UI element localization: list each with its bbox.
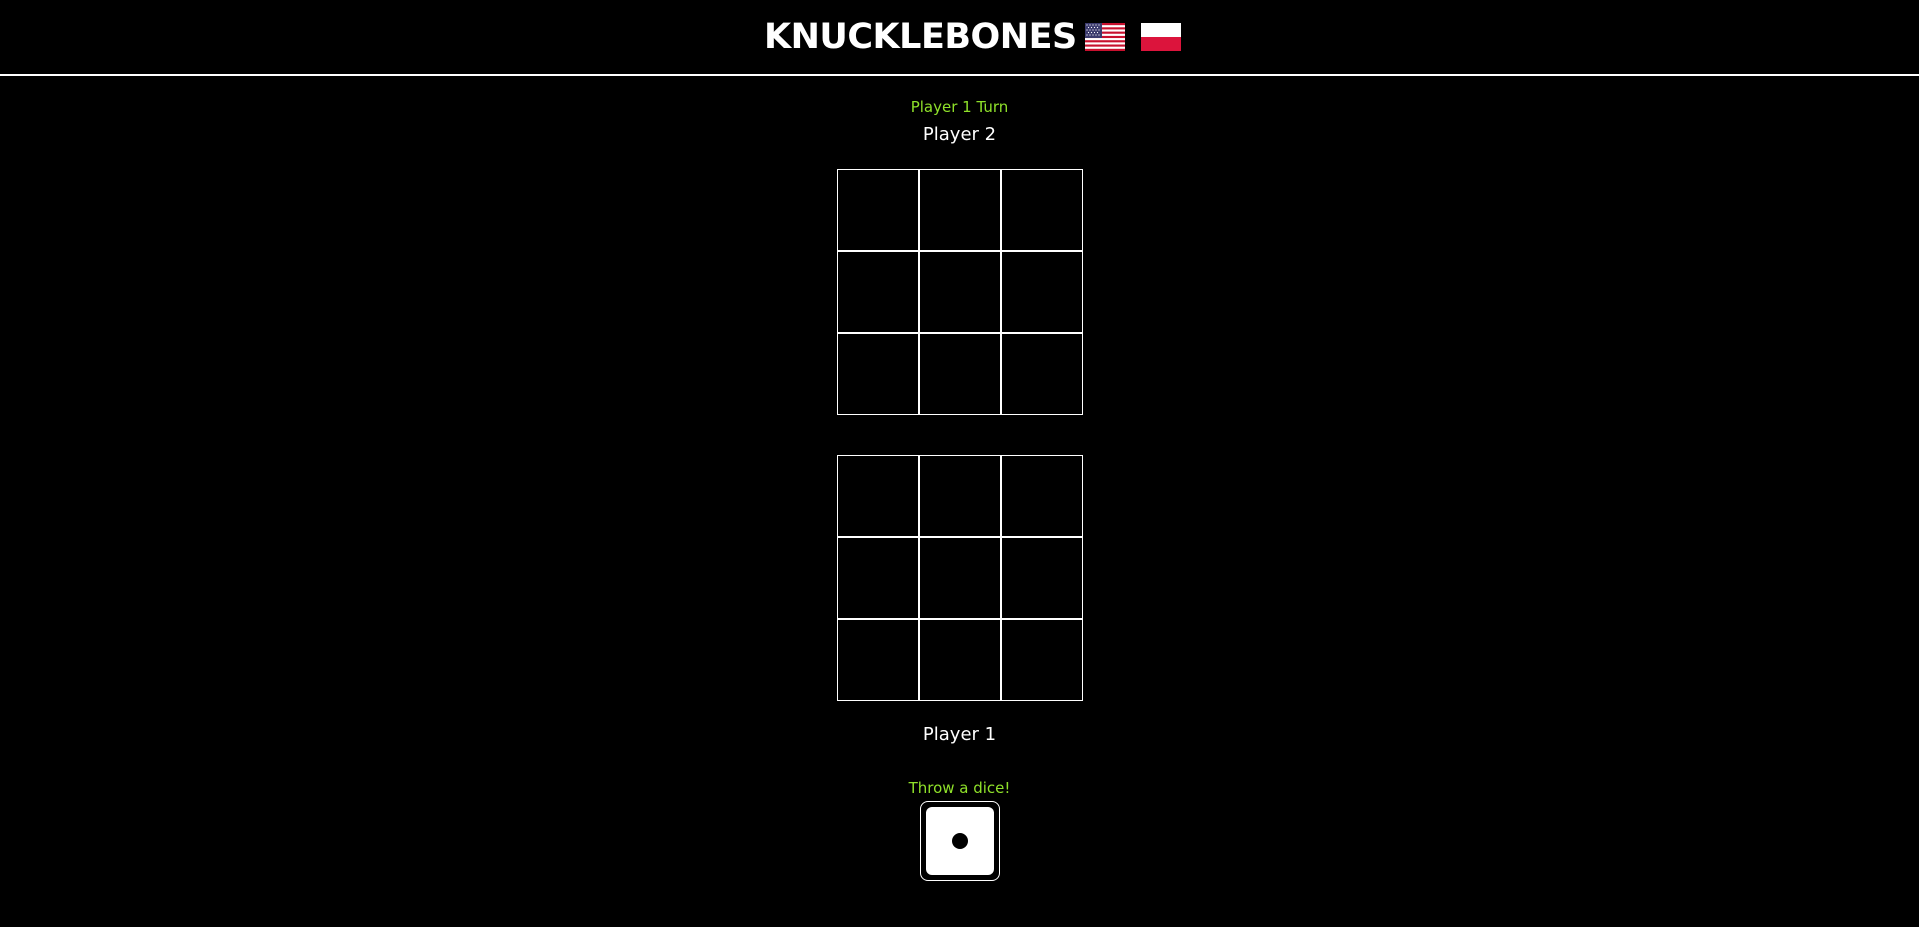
app-title: KNUCKLEBONES: [764, 17, 1077, 57]
player1-cell[interactable]: [1001, 455, 1083, 537]
player1-cell[interactable]: [919, 455, 1001, 537]
header: KNUCKLEBONES: [0, 0, 1919, 76]
player2-cell[interactable]: [1001, 333, 1083, 415]
poland-flag-icon[interactable]: [1140, 23, 1181, 51]
player2-cell[interactable]: [837, 169, 919, 251]
player1-cell[interactable]: [1001, 537, 1083, 619]
player2-cell[interactable]: [837, 251, 919, 333]
throw-dice-prompt: Throw a dice!: [908, 779, 1011, 797]
player1-cell[interactable]: [837, 455, 919, 537]
player1-cell[interactable]: [837, 619, 919, 701]
player2-cell[interactable]: [919, 169, 1001, 251]
player2-cell[interactable]: [1001, 169, 1083, 251]
player1-cell[interactable]: [919, 619, 1001, 701]
player2-board: [837, 169, 1083, 415]
player1-cell[interactable]: [919, 537, 1001, 619]
player1-board: [837, 455, 1083, 701]
player2-cell[interactable]: [837, 333, 919, 415]
player1-cell[interactable]: [837, 537, 919, 619]
throw-dice-button[interactable]: [920, 801, 1000, 881]
title-bar: KNUCKLEBONES: [764, 14, 1181, 60]
player1-label: Player 1: [922, 724, 997, 745]
player2-cell[interactable]: [1001, 251, 1083, 333]
player2-cell[interactable]: [919, 251, 1001, 333]
dice-pip: [952, 833, 968, 849]
us-flag-icon[interactable]: [1084, 23, 1125, 51]
turn-indicator: Player 1 Turn: [910, 98, 1009, 116]
player1-cell[interactable]: [1001, 619, 1083, 701]
player2-cell[interactable]: [919, 333, 1001, 415]
player2-label: Player 2: [922, 124, 997, 145]
dice-face-icon: [926, 807, 994, 875]
